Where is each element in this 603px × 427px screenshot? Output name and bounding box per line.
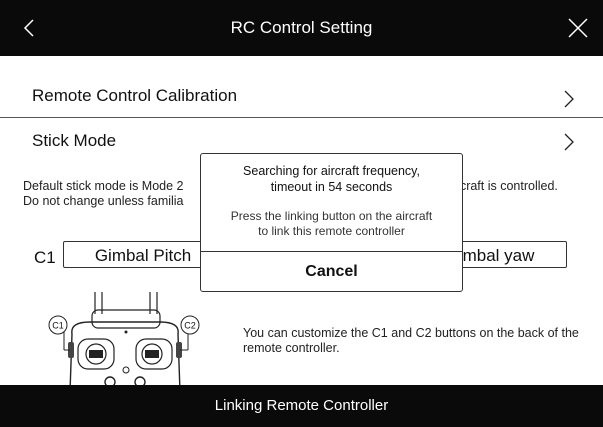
linking-instruction: Press the linking button on the aircraft… — [230, 209, 433, 238]
chevron-right-icon — [564, 133, 574, 151]
stick-mode-label: Stick Mode — [32, 131, 117, 150]
note-line1-right: ircraft is controlled. — [453, 179, 558, 193]
c1-label: C1 — [34, 248, 56, 267]
customize-hint: You can customize the C1 and C2 buttons … — [243, 326, 579, 355]
calibration-row[interactable]: Remote Control Calibration — [0, 86, 603, 116]
controller-c1-label: C1 — [52, 321, 64, 331]
linking-status-bar: Linking Remote Controller — [0, 385, 603, 427]
cancel-button[interactable]: Cancel — [201, 252, 462, 292]
remote-controller-illustration: C1 C2 — [48, 292, 200, 392]
controller-c2-label: C2 — [184, 321, 196, 331]
title-bar: RC Control Setting — [0, 0, 603, 56]
note-line1-left: Default stick mode is Mode 2 — [23, 179, 184, 193]
divider — [0, 117, 603, 118]
searching-message: Searching for aircraft frequency, timeou… — [243, 164, 420, 194]
linking-dialog: Searching for aircraft frequency, timeou… — [200, 153, 463, 292]
calibration-label: Remote Control Calibration — [32, 86, 238, 105]
chevron-right-icon — [564, 90, 574, 108]
page-title: RC Control Setting — [230, 18, 373, 37]
close-icon[interactable] — [567, 17, 589, 39]
c1-function-select[interactable]: Gimbal Pitch — [63, 241, 223, 268]
